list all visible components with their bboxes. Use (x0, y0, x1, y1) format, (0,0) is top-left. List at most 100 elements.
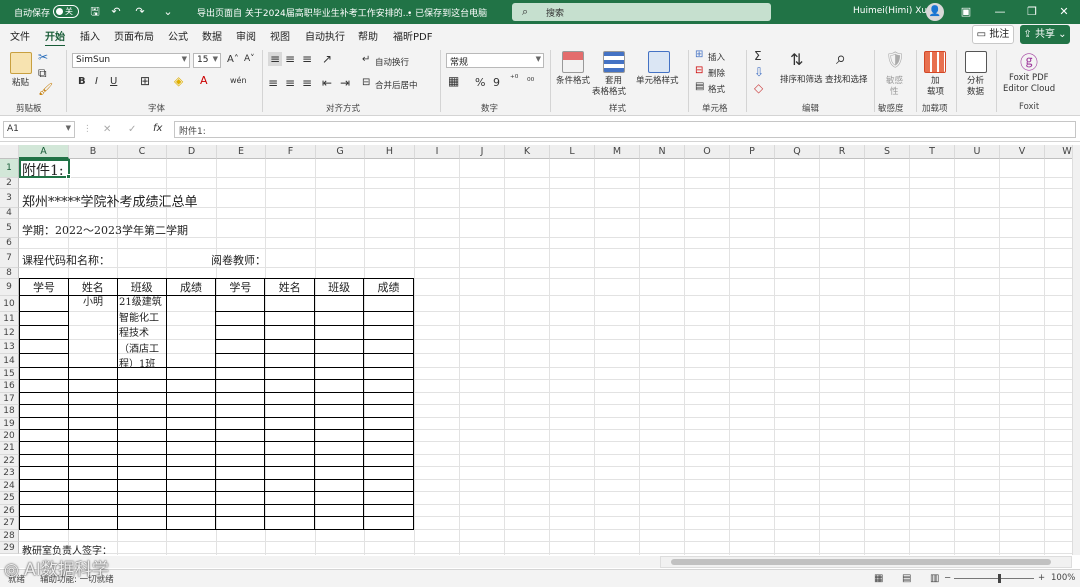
table-cell[interactable] (363, 379, 414, 393)
table-cell[interactable] (67, 516, 118, 530)
column-header-l[interactable]: L (550, 145, 595, 159)
table-cell[interactable] (215, 441, 266, 455)
undo-icon[interactable]: ↶ (108, 4, 124, 20)
sensitivity-line2[interactable]: 性 (890, 85, 899, 97)
minimize-icon[interactable]: — (990, 4, 1010, 20)
grow-font-button[interactable]: A˄ (227, 54, 239, 65)
table-cell[interactable] (264, 479, 316, 492)
enter-icon[interactable]: ✓ (128, 124, 136, 135)
conditional-formatting-button[interactable]: 条件格式 (556, 74, 590, 86)
table-cell[interactable] (264, 367, 316, 380)
decrease-decimal-icon[interactable]: ₀₀ (527, 74, 534, 84)
table-cell[interactable] (363, 429, 414, 442)
header-name[interactable]: 姓名 (67, 278, 118, 296)
header-name-2[interactable]: 姓名 (264, 278, 316, 296)
header-score[interactable]: 成绩 (165, 278, 217, 296)
column-header-r[interactable]: R (820, 145, 865, 159)
number-format-select[interactable]: 常规 ▼ (446, 53, 544, 68)
table-cell[interactable] (116, 516, 167, 530)
table-cell[interactable] (165, 379, 217, 393)
format-painter-icon[interactable]: 🖌 (38, 82, 53, 96)
cell-a5-term[interactable]: 学期：2022～2023学年第二学期 (22, 222, 188, 238)
phonetic-button[interactable]: wén (230, 76, 247, 85)
table-cell[interactable] (215, 504, 266, 517)
header-student-id-2[interactable]: 学号 (215, 278, 266, 296)
table-cell[interactable] (215, 429, 266, 442)
bold-button[interactable]: B (78, 76, 86, 87)
cell-a7-course[interactable]: 课程代码和名称： (22, 252, 110, 268)
table-cell[interactable] (215, 516, 266, 530)
select-all-corner[interactable] (0, 145, 19, 159)
table-cell[interactable] (116, 417, 167, 430)
formula-options-icon[interactable]: ⋮ (83, 124, 92, 134)
analyze-data-line2[interactable]: 数据 (967, 85, 984, 97)
table-cell[interactable] (165, 516, 217, 530)
table-cell[interactable] (19, 429, 69, 442)
table-cell[interactable] (215, 404, 266, 418)
cell-b10-student-name[interactable]: 小明 (69, 295, 117, 311)
row-header-11[interactable]: 11 (0, 312, 19, 326)
table-cell[interactable] (165, 325, 217, 340)
align-middle-icon[interactable]: ≡ (285, 52, 295, 66)
column-header-t[interactable]: T (910, 145, 955, 159)
table-cell[interactable] (314, 479, 365, 492)
column-header-s[interactable]: S (865, 145, 910, 159)
table-cell[interactable] (165, 353, 217, 368)
increase-decimal-icon[interactable]: ⁺⁰ (510, 74, 518, 84)
row-header-21[interactable]: 21 (0, 442, 19, 455)
table-cell[interactable] (215, 295, 266, 312)
table-cell[interactable] (215, 325, 266, 340)
clear-icon[interactable]: ◇ (754, 81, 763, 95)
table-cell[interactable] (19, 379, 69, 393)
table-cell[interactable] (116, 466, 167, 480)
column-header-m[interactable]: M (595, 145, 640, 159)
merge-center-button[interactable]: 合并后居中 (375, 79, 418, 91)
table-cell[interactable] (363, 516, 414, 530)
column-header-b[interactable]: B (69, 145, 118, 159)
wrap-text-button[interactable]: 自动换行 (375, 56, 409, 68)
italic-button[interactable]: I (95, 76, 98, 87)
add-ins-icon[interactable] (924, 51, 946, 73)
fill-icon[interactable]: ⇩ (754, 65, 764, 79)
table-cell[interactable] (165, 392, 217, 405)
decrease-indent-icon[interactable]: ⇤ (322, 76, 332, 90)
table-cell[interactable] (165, 479, 217, 492)
row-header-24[interactable]: 24 (0, 480, 19, 492)
tab-insert[interactable]: 插入 (80, 28, 100, 43)
column-header-g[interactable]: G (316, 145, 365, 159)
align-left-icon[interactable]: ≡ (268, 76, 278, 90)
table-cell[interactable] (67, 353, 118, 368)
cell-a29-signature[interactable]: 教研室负责人签字： (22, 542, 112, 555)
table-cell[interactable] (215, 479, 266, 492)
table-cell[interactable] (314, 379, 365, 393)
cancel-icon[interactable]: ✕ (103, 124, 111, 135)
table-cell[interactable] (165, 295, 217, 312)
table-cell[interactable] (19, 454, 69, 467)
font-name-select[interactable]: SimSun ▼ (72, 53, 190, 68)
table-cell[interactable] (19, 417, 69, 430)
table-cell[interactable] (264, 454, 316, 467)
table-cell[interactable] (165, 491, 217, 505)
row-header-20[interactable]: 20 (0, 430, 19, 442)
table-cell[interactable] (363, 367, 414, 380)
table-cell[interactable] (215, 466, 266, 480)
table-cell[interactable] (116, 479, 167, 492)
table-cell[interactable] (67, 441, 118, 455)
table-cell[interactable] (363, 339, 414, 354)
table-cell[interactable] (116, 491, 167, 505)
row-header-23[interactable]: 23 (0, 467, 19, 480)
normal-view-icon[interactable]: ▦ (874, 573, 883, 584)
table-cell[interactable] (19, 392, 69, 405)
save-status[interactable]: • 已保存到这台电脑 (407, 6, 487, 19)
tab-formulas[interactable]: 公式 (168, 28, 188, 43)
table-cell[interactable] (314, 491, 365, 505)
table-cell[interactable] (363, 404, 414, 418)
ribbon-display-icon[interactable]: ▣ (956, 4, 976, 20)
cut-icon[interactable]: ✂ (38, 50, 48, 64)
table-cell[interactable] (67, 466, 118, 480)
column-header-e[interactable]: E (217, 145, 266, 159)
tab-home[interactable]: 开始 (45, 28, 65, 47)
table-cell[interactable] (19, 339, 69, 354)
table-cell[interactable] (67, 339, 118, 354)
table-cell[interactable] (67, 454, 118, 467)
